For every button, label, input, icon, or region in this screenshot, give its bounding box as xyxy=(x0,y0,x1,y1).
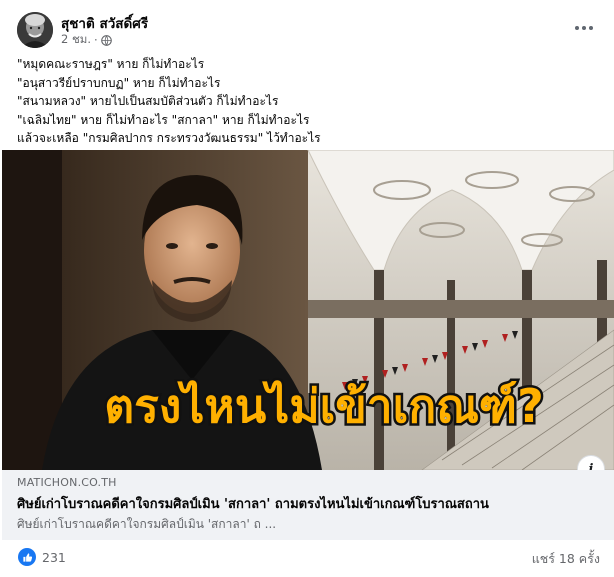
link-description: ศิษย์เก่าโบราณคดีคาใจกรมศิลป์เมิน 'สกาลา… xyxy=(17,517,277,531)
more-options-icon xyxy=(575,26,579,30)
link-domain: MATICHON.CO.TH xyxy=(17,476,117,489)
post-image[interactable]: ตรงไหนไม่เข้าเกณฑ์? xyxy=(2,150,614,470)
facebook-post: สุชาติ สวัสดิ์ศรี 2 ชม. · "หมุดคณะราษฎร"… xyxy=(0,0,614,577)
more-options-dot xyxy=(582,26,586,30)
post-text-line: "หมุดคณะราษฎร" หาย ก็ไม่ทำอะไร xyxy=(17,57,205,71)
post-text-line: "สนามหลวง" หายไปเป็นสมบัติส่วนตัว ก็ไม่ท… xyxy=(17,94,279,109)
reactions-summary[interactable]: 231 xyxy=(18,548,66,566)
meta-separator: · xyxy=(94,33,98,47)
post-meta: 2 ชม. · xyxy=(61,31,112,49)
post-text-line: แล้วจะเหลือ "กรมศิลปากร กระทรวงวัฒนธรรม"… xyxy=(17,131,321,146)
reaction-count: 231 xyxy=(42,549,66,565)
shares-count[interactable]: แชร์ 18 ครั้ง xyxy=(532,549,600,569)
post-text-line: "เฉลิมไทย" หาย ก็ไม่ทำอะไร "สกาลา" หาย ก… xyxy=(17,112,310,127)
post-text-line: "อนุสาวรีย์ปราบกบฏ" หาย ก็ไม่ทำอะไร xyxy=(17,75,221,90)
post-text: "หมุดคณะราษฎร" หาย ก็ไม่ทำอะไร "อนุสาวรี… xyxy=(17,55,602,148)
image-overlay-text: ตรงไหนไม่เข้าเกณฑ์? xyxy=(104,379,544,433)
more-options-dot xyxy=(589,26,593,30)
author-avatar[interactable] xyxy=(17,12,53,48)
like-icon xyxy=(18,548,36,566)
post-header: สุชาติ สวัสดิ์ศรี 2 ชม. · xyxy=(0,0,614,52)
more-options-button[interactable] xyxy=(568,14,600,42)
link-title[interactable]: ศิษย์เก่าโบราณคดีคาใจกรมศิลป์เมิน 'สกาลา… xyxy=(17,493,602,514)
post-time[interactable]: 2 ชม. xyxy=(61,31,91,49)
link-preview[interactable]: MATICHON.CO.TH ศิษย์เก่าโบราณคดีคาใจกรมศ… xyxy=(2,470,614,540)
post-footer: 231 แชร์ 18 ครั้ง xyxy=(0,540,614,577)
globe-icon xyxy=(100,34,112,46)
